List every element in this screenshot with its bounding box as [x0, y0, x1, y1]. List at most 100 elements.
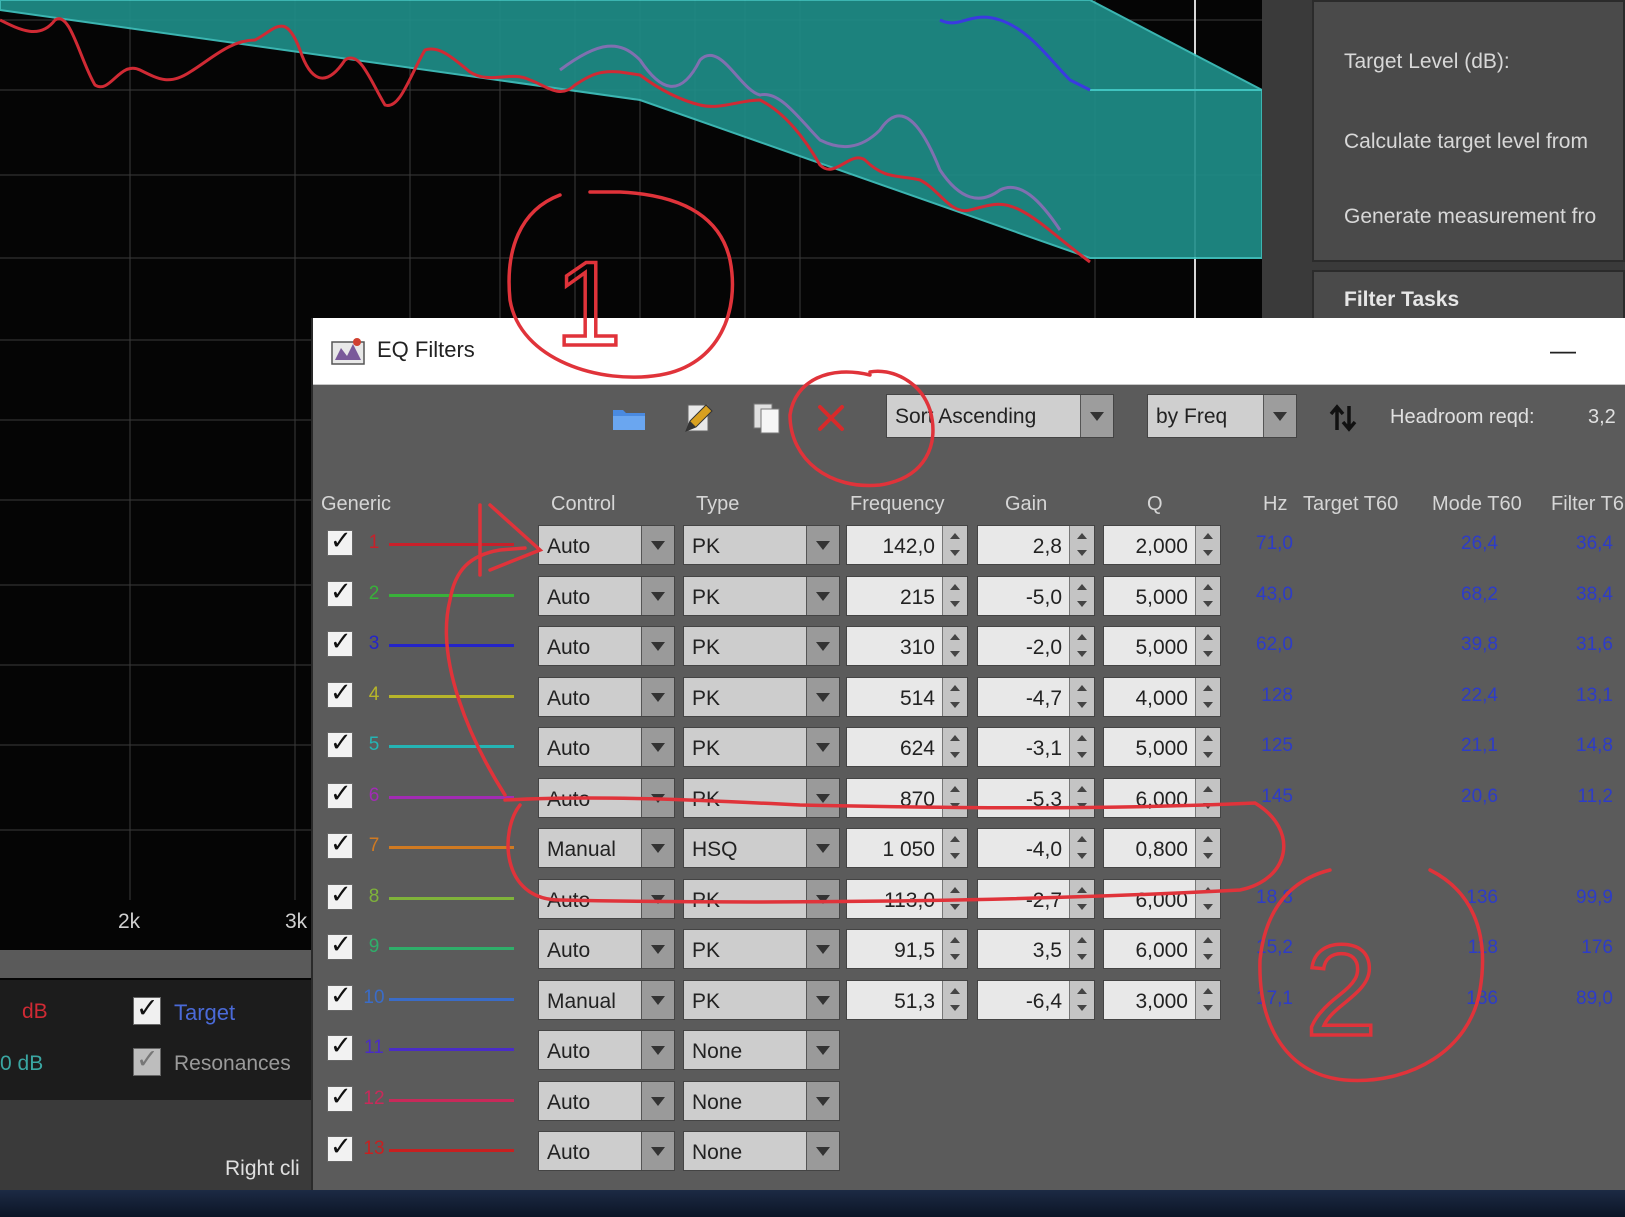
sort-arrows-icon[interactable]	[1323, 398, 1363, 438]
spin-arrows-icon[interactable]	[942, 980, 967, 1019]
control-dropdown[interactable]: Manual	[538, 828, 675, 868]
spin-arrows-icon[interactable]	[942, 677, 967, 716]
frequency-spinner[interactable]: 624	[846, 727, 968, 767]
filter-enabled-checkbox[interactable]	[327, 577, 353, 607]
window-titlebar[interactable]: EQ Filters —	[313, 318, 1625, 385]
q-spinner[interactable]: 0,800	[1103, 828, 1221, 868]
frequency-spinner[interactable]: 113,0	[846, 878, 968, 919]
spin-arrows-icon[interactable]	[942, 576, 967, 615]
gain-spinner[interactable]: -2,0	[977, 626, 1095, 666]
spin-arrows-icon[interactable]	[942, 829, 967, 867]
gain-spinner[interactable]: -6,4	[977, 979, 1095, 1020]
filter-enabled-checkbox[interactable]	[327, 981, 353, 1011]
spin-arrows-icon[interactable]	[1195, 576, 1220, 615]
filter-enabled-checkbox[interactable]	[327, 526, 353, 556]
control-dropdown[interactable]: Auto	[538, 1131, 675, 1171]
type-dropdown[interactable]: None	[683, 1030, 840, 1070]
spin-arrows-icon[interactable]	[942, 778, 967, 817]
frequency-spinner[interactable]: 514	[846, 676, 968, 717]
spin-arrows-icon[interactable]	[1069, 778, 1094, 817]
spin-arrows-icon[interactable]	[1069, 829, 1094, 867]
filter-enabled-checkbox[interactable]	[327, 1132, 353, 1162]
sort-by-dropdown[interactable]: by Freq	[1147, 394, 1297, 438]
spin-arrows-icon[interactable]	[1069, 930, 1094, 968]
spin-arrows-icon[interactable]	[942, 879, 967, 918]
gain-spinner[interactable]: -2,7	[977, 878, 1095, 919]
spin-arrows-icon[interactable]	[942, 728, 967, 766]
q-spinner[interactable]: 6,000	[1103, 878, 1221, 919]
frequency-spinner[interactable]: 215	[846, 575, 968, 616]
filter-enabled-checkbox[interactable]	[327, 1082, 353, 1112]
control-dropdown[interactable]: Auto	[538, 929, 675, 969]
control-dropdown[interactable]: Auto	[538, 575, 675, 616]
filter-enabled-checkbox[interactable]	[327, 627, 353, 657]
calc-target-link[interactable]: Calculate target level from	[1344, 130, 1588, 154]
frequency-spinner[interactable]: 1 050	[846, 828, 968, 868]
spin-arrows-icon[interactable]	[1069, 879, 1094, 918]
spin-arrows-icon[interactable]	[942, 930, 967, 968]
spin-arrows-icon[interactable]	[1195, 677, 1220, 716]
frequency-spinner[interactable]: 310	[846, 626, 968, 666]
spin-arrows-icon[interactable]	[1195, 526, 1220, 564]
frequency-spinner[interactable]: 870	[846, 777, 968, 818]
type-dropdown[interactable]: None	[683, 1080, 840, 1121]
target-checkbox[interactable]: ✓	[133, 993, 161, 1025]
control-dropdown[interactable]: Auto	[538, 626, 675, 666]
folder-icon[interactable]	[609, 398, 649, 438]
spin-arrows-icon[interactable]	[1069, 576, 1094, 615]
gain-spinner[interactable]: -4,0	[977, 828, 1095, 868]
type-dropdown[interactable]: PK	[683, 929, 840, 969]
control-dropdown[interactable]: Auto	[538, 676, 675, 717]
spin-arrows-icon[interactable]	[1195, 879, 1220, 918]
delete-icon[interactable]	[811, 398, 851, 438]
edit-pen-icon[interactable]	[679, 398, 719, 438]
gain-spinner[interactable]: -5,0	[977, 575, 1095, 616]
spin-arrows-icon[interactable]	[1195, 778, 1220, 817]
filter-enabled-checkbox[interactable]	[327, 728, 353, 758]
type-dropdown[interactable]: PK	[683, 878, 840, 919]
spin-arrows-icon[interactable]	[942, 526, 967, 564]
spin-arrows-icon[interactable]	[1195, 829, 1220, 867]
spin-arrows-icon[interactable]	[1195, 980, 1220, 1019]
spin-arrows-icon[interactable]	[1195, 930, 1220, 968]
type-dropdown[interactable]: PK	[683, 777, 840, 818]
q-spinner[interactable]: 3,000	[1103, 979, 1221, 1020]
spin-arrows-icon[interactable]	[942, 627, 967, 665]
frequency-spinner[interactable]: 51,3	[846, 979, 968, 1020]
filter-enabled-checkbox[interactable]	[327, 678, 353, 708]
control-dropdown[interactable]: Manual	[538, 979, 675, 1020]
type-dropdown[interactable]: PK	[683, 676, 840, 717]
spin-arrows-icon[interactable]	[1069, 627, 1094, 665]
control-dropdown[interactable]: Auto	[538, 525, 675, 565]
spin-arrows-icon[interactable]	[1195, 728, 1220, 766]
gain-spinner[interactable]: -3,1	[977, 727, 1095, 767]
spin-arrows-icon[interactable]	[1069, 526, 1094, 564]
q-spinner[interactable]: 5,000	[1103, 727, 1221, 767]
frequency-spinner[interactable]: 142,0	[846, 525, 968, 565]
spin-arrows-icon[interactable]	[1069, 980, 1094, 1019]
spin-arrows-icon[interactable]	[1195, 627, 1220, 665]
q-spinner[interactable]: 6,000	[1103, 777, 1221, 818]
control-dropdown[interactable]: Auto	[538, 878, 675, 919]
filter-enabled-checkbox[interactable]	[327, 829, 353, 859]
q-spinner[interactable]: 4,000	[1103, 676, 1221, 717]
q-spinner[interactable]: 5,000	[1103, 626, 1221, 666]
control-dropdown[interactable]: Auto	[538, 1080, 675, 1121]
type-dropdown[interactable]: None	[683, 1131, 840, 1171]
control-dropdown[interactable]: Auto	[538, 777, 675, 818]
sort-order-dropdown[interactable]: Sort Ascending	[886, 394, 1114, 438]
frequency-spinner[interactable]: 91,5	[846, 929, 968, 969]
gain-spinner[interactable]: 3,5	[977, 929, 1095, 969]
filter-enabled-checkbox[interactable]	[327, 880, 353, 910]
gain-spinner[interactable]: -4,7	[977, 676, 1095, 717]
type-dropdown[interactable]: HSQ	[683, 828, 840, 868]
spin-arrows-icon[interactable]	[1069, 677, 1094, 716]
gain-spinner[interactable]: -5,3	[977, 777, 1095, 818]
type-dropdown[interactable]: PK	[683, 727, 840, 767]
filter-enabled-checkbox[interactable]	[327, 1031, 353, 1061]
type-dropdown[interactable]: PK	[683, 979, 840, 1020]
generate-measurement-link[interactable]: Generate measurement fro	[1344, 205, 1596, 229]
q-spinner[interactable]: 2,000	[1103, 525, 1221, 565]
control-dropdown[interactable]: Auto	[538, 727, 675, 767]
filter-enabled-checkbox[interactable]	[327, 779, 353, 809]
